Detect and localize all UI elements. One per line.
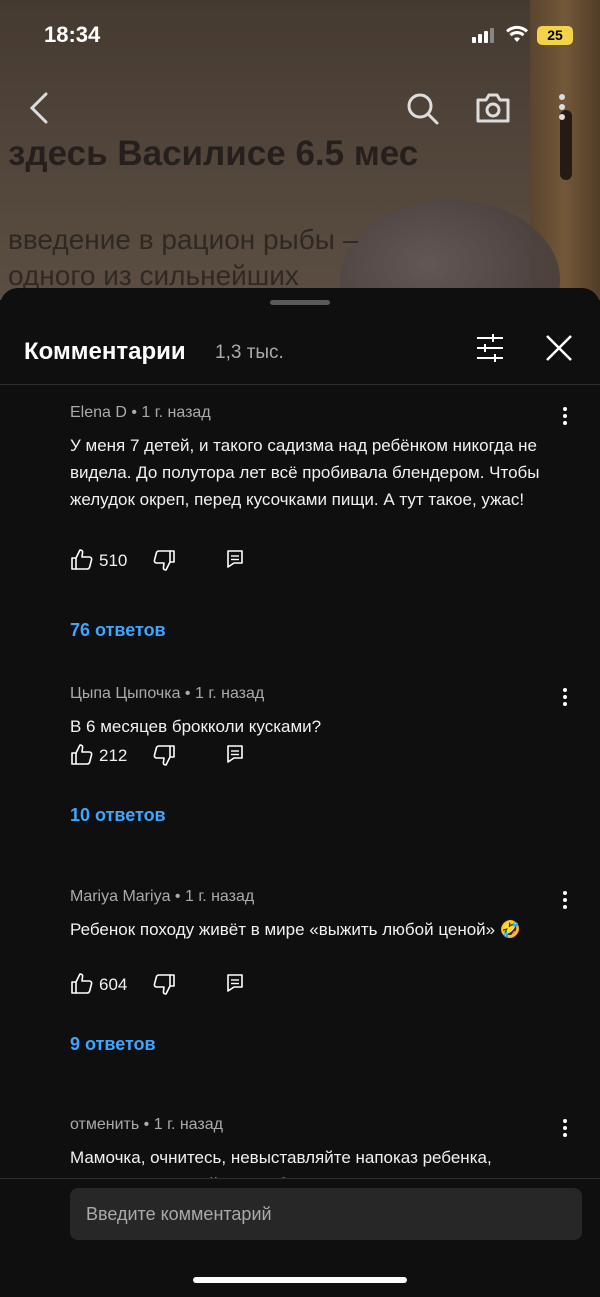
reply-icon[interactable] [226, 549, 244, 569]
reply-icon[interactable] [226, 973, 244, 993]
battery-indicator: 25 [537, 26, 573, 45]
comment-item: Mariya Mariya • 1 г. назад Ребенок поход… [0, 888, 600, 1088]
more-vertical-icon[interactable] [553, 404, 577, 428]
like-count: 212 [99, 746, 128, 765]
filter-icon[interactable] [474, 332, 506, 364]
comment-text: Ребенок походу живёт в мире «выжить любо… [70, 920, 521, 939]
comment-time: 1 г. назад [194, 685, 265, 702]
comments-list: Elena D • 1 г. назад У меня 7 детей, и т… [0, 385, 600, 1178]
like-count: 510 [99, 551, 128, 570]
comment-actions: 510 [70, 548, 270, 574]
thumbs-up-icon[interactable] [70, 548, 94, 572]
view-replies-link[interactable]: 9 ответов [70, 1034, 156, 1055]
thumbs-down-icon[interactable] [152, 548, 176, 572]
comment-actions: 604 [70, 972, 270, 998]
comment-input-area [0, 1179, 600, 1297]
thumbs-down-icon[interactable] [152, 743, 176, 767]
comment-time: 1 г. назад [153, 1116, 223, 1133]
comment-text: У меня 7 детей, и такого садизма над реб… [70, 436, 540, 509]
comments-title: Комментарии [24, 338, 186, 365]
sheet-drag-handle[interactable] [270, 300, 330, 305]
comment-author[interactable]: Mariya Mariya [70, 888, 170, 905]
comment-time: 1 г. назад [141, 404, 211, 421]
close-icon[interactable] [543, 332, 575, 364]
status-time: 18:34 [44, 22, 101, 47]
comments-count: 1,3 тыс. [215, 342, 284, 363]
comment-input[interactable] [70, 1188, 582, 1240]
comment-item: Цыпа Цыпочка • 1 г. назад В 6 месяцев бр… [0, 685, 600, 885]
more-vertical-icon[interactable] [556, 92, 568, 124]
status-bar: 18:34 25 [0, 0, 600, 70]
comment-meta: отменить • 1 г. назад [70, 1116, 223, 1133]
comments-sheet: Комментарии 1,3 тыс. Elena D • 1 г. наза… [0, 288, 600, 1297]
like-count: 604 [99, 975, 128, 994]
back-arrow-icon[interactable] [28, 92, 52, 124]
view-replies-link[interactable]: 10 ответов [70, 805, 166, 826]
video-title: здесь Василисе 6.5 мес [8, 134, 419, 173]
comment-meta: Elena D • 1 г. назад [70, 404, 211, 421]
comment-item: Elena D • 1 г. назад У меня 7 детей, и т… [0, 404, 600, 664]
search-icon[interactable] [406, 92, 440, 126]
comment-author[interactable]: Elena D [70, 404, 127, 421]
thumbs-up-icon[interactable] [70, 743, 94, 767]
cellular-signal-icon [472, 28, 494, 43]
comment-meta: Mariya Mariya • 1 г. назад [70, 888, 255, 905]
view-replies-link[interactable]: 76 ответов [70, 620, 166, 641]
thumbs-up-icon[interactable] [70, 972, 94, 996]
camera-icon[interactable] [475, 92, 511, 124]
comment-item: отменить • 1 г. назад Мамочка, очнитесь,… [0, 1116, 600, 1178]
comment-author[interactable]: Цыпа Цыпочка [70, 685, 180, 702]
reply-icon[interactable] [226, 744, 244, 764]
comment-meta: Цыпа Цыпочка • 1 г. назад [70, 685, 265, 702]
home-indicator[interactable] [193, 1277, 407, 1283]
more-vertical-icon[interactable] [553, 888, 577, 912]
comment-time: 1 г. назад [184, 888, 255, 905]
comment-author[interactable]: отменить [70, 1116, 139, 1133]
thumbs-down-icon[interactable] [152, 972, 176, 996]
video-subtitle: введение в рацион рыбы – одного из сильн… [8, 224, 359, 291]
comment-text: В 6 месяцев брокколи кусками? [70, 717, 322, 736]
comments-header: Комментарии 1,3 тыс. [0, 318, 600, 384]
wifi-icon [506, 25, 528, 42]
comment-text: Мамочка, очнитесь, невыставляйте напоказ… [70, 1148, 492, 1178]
comment-actions: 212 [70, 743, 270, 769]
more-vertical-icon[interactable] [553, 1116, 577, 1140]
more-vertical-icon[interactable] [553, 685, 577, 709]
video-top-bar [0, 80, 600, 136]
